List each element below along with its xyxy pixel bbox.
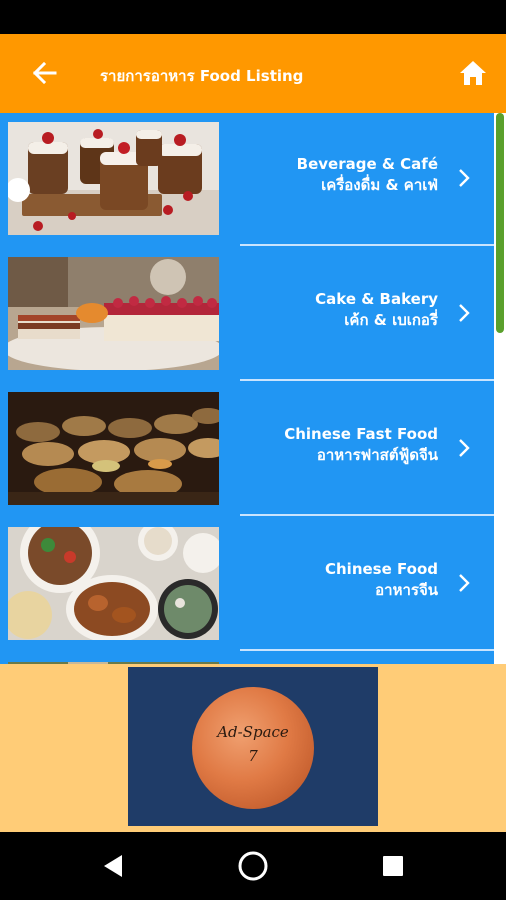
list-item-beverage-cafe[interactable]: Beverage & Café เครื่องดื่ม & คาเฟ่ — [0, 113, 494, 248]
list-item-chinese-fast-food[interactable]: Chinese Fast Food อาหารฟาสต์ฟู้ดจีน — [0, 383, 494, 518]
nav-recents-button[interactable] — [376, 849, 410, 883]
chevron-right-icon — [459, 304, 470, 322]
list-item-chinese-food[interactable]: Chinese Food อาหารจีน — [0, 518, 494, 653]
title-th: อาหารฟาสต์ฟู้ดจีน — [316, 446, 438, 464]
ad-area: Ad-Space 7 — [0, 664, 506, 832]
ad-text-line2: 7 — [248, 747, 258, 765]
title-en: Beverage & Café — [296, 155, 438, 173]
chocolate-desserts-photo — [8, 122, 219, 235]
back-button[interactable] — [28, 58, 62, 88]
title-th: อาหารจีน — [375, 581, 438, 599]
status-bar — [0, 0, 506, 34]
home-button[interactable] — [456, 56, 490, 90]
chinese-dishes-photo — [8, 527, 219, 640]
nav-back-button[interactable] — [96, 849, 130, 883]
ad-text-line1: Ad-Space — [217, 723, 289, 741]
dim-sum-steamers-photo — [8, 392, 219, 505]
title-th: เค้ก & เบเกอรี่ — [344, 311, 438, 329]
list-item-label: Chinese Food อาหารจีน — [325, 559, 438, 601]
triangle-back-icon — [104, 855, 122, 877]
food-category-list[interactable]: Beverage & Café เครื่องดื่ม & คาเฟ่ Cake… — [0, 113, 506, 664]
circle-home-icon — [238, 851, 268, 881]
system-nav-bar — [0, 832, 506, 900]
divider — [240, 514, 506, 516]
divider — [240, 379, 506, 381]
scrollbar[interactable] — [494, 113, 506, 664]
chevron-right-icon — [459, 169, 470, 187]
app-bar: รายการอาหาร Food Listing — [0, 34, 506, 113]
title-th: เครื่องดื่ม & คาเฟ่ — [321, 176, 438, 194]
page-title: รายการอาหาร Food Listing — [100, 67, 304, 85]
arrow-left-icon — [33, 62, 57, 84]
list-item-cake-bakery[interactable]: Cake & Bakery เค้ก & เบเกอรี่ — [0, 248, 494, 383]
square-recents-icon — [383, 856, 403, 876]
divider — [240, 244, 506, 246]
list-item-partial[interactable] — [0, 653, 494, 664]
chevron-right-icon — [459, 439, 470, 457]
list-item-label: Beverage & Café เครื่องดื่ม & คาเฟ่ — [297, 154, 438, 196]
list-item-label: Cake & Bakery เค้ก & เบเกอรี่ — [315, 289, 438, 331]
home-icon — [460, 61, 486, 85]
chevron-right-icon — [459, 574, 470, 592]
nav-home-button[interactable] — [236, 849, 270, 883]
raspberry-cake-photo — [8, 257, 219, 370]
scrollbar-thumb[interactable] — [496, 113, 504, 333]
list-item-label: Chinese Fast Food อาหารฟาสต์ฟู้ดจีน — [284, 424, 438, 466]
title-en: Chinese Food — [325, 560, 438, 578]
title-en: Chinese Fast Food — [284, 425, 438, 443]
title-en: Cake & Bakery — [315, 290, 438, 308]
ad-banner[interactable]: Ad-Space 7 — [128, 667, 378, 826]
divider — [240, 649, 506, 651]
